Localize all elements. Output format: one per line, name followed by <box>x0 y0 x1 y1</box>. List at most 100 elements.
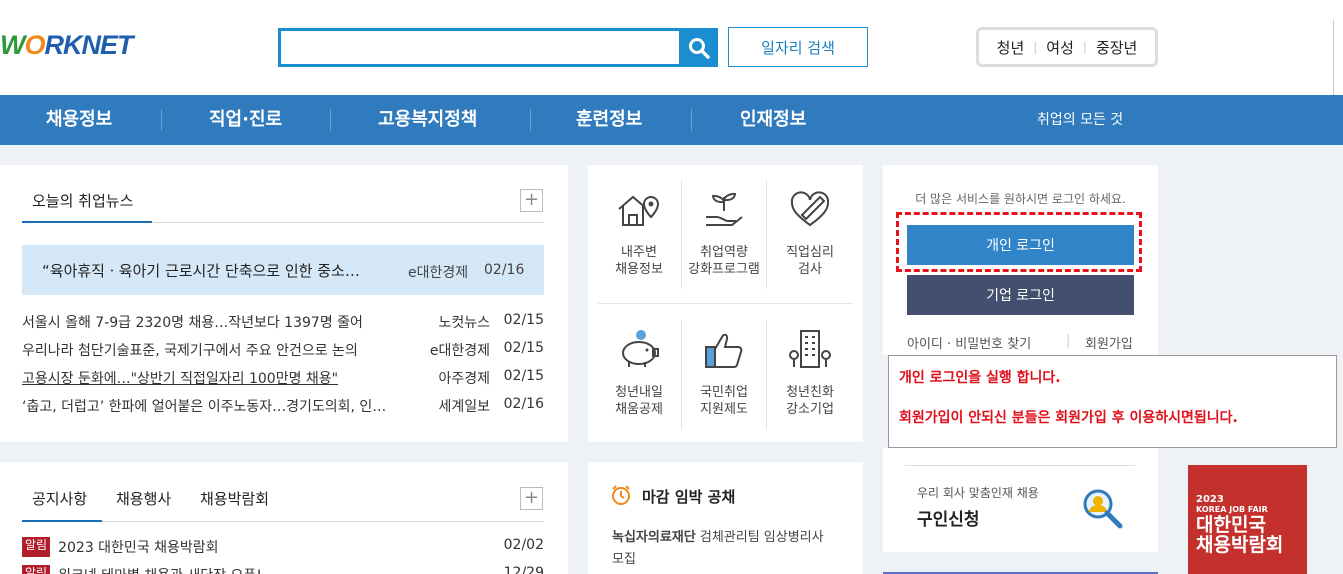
nav-item-talent[interactable]: 인재정보 <box>740 95 806 145</box>
featured-news-date: 02/16 <box>484 262 525 278</box>
tooltip: 개인 로그인을 실행 합니다. 회원가입이 안되신 분들은 회원가입 후 이용하… <box>888 355 1337 448</box>
news-date: 02/15 <box>503 340 544 356</box>
tooltip-line-2: 회원가입이 안되신 분들은 회원가입 후 이용하시면됩니다. <box>899 410 1238 426</box>
divider: | <box>1082 40 1087 54</box>
nav-item-welfare[interactable]: 고용복지정책 <box>378 95 477 145</box>
service-label-2: 강화프로그램 <box>688 262 760 277</box>
recruit-panel[interactable]: 우리 회사 맞춤인재 채용 구인신청 <box>883 448 1158 552</box>
divider: | <box>1033 40 1038 54</box>
notice-item[interactable]: 알림 2023 대한민국 채용박람회 02/02 <box>22 537 544 557</box>
news-title: ‘춥고, 더럽고’ 한파에 얼어붙은 이주노동자…경기도의회, 인… <box>22 399 387 415</box>
divider <box>905 465 1135 466</box>
notice-more-button[interactable]: + <box>520 487 543 510</box>
deadline-item[interactable]: 녹십자의료재단 검체관리팀 임상병리사 모집 <box>612 527 832 571</box>
search-button[interactable] <box>679 28 718 67</box>
divider <box>530 109 531 131</box>
job-search-button[interactable]: 일자리 검색 <box>728 27 868 67</box>
news-title: 서울시 올해 7-9급 2320명 채용…작년보다 1397명 줄어 <box>22 315 363 331</box>
news-tab[interactable]: 오늘의 취업뉴스 <box>32 190 133 211</box>
service-employment-support[interactable]: 국민취업 지원제도 <box>681 327 767 418</box>
divider <box>330 109 331 131</box>
news-source: 세계일보 <box>438 399 490 415</box>
divider <box>691 109 692 131</box>
featured-news[interactable]: “육아휴직ㆍ육아기 근로시간 단축으로 인한 중소… e대한경제 02/16 <box>22 245 544 295</box>
notice-panel: 공지사항 채용행사 채용박람회 + 알림 2023 대한민국 채용박람회 02/… <box>0 462 568 574</box>
banner-subtitle: KOREA JOB FAIR <box>1196 505 1268 514</box>
search-input[interactable] <box>278 28 680 67</box>
scrollbar[interactable] <box>1333 20 1343 95</box>
notice-title: 2023 대한민국 채용박람회 <box>58 540 219 556</box>
audience-segment: 청년 | 여성 | 중장년 <box>976 27 1158 67</box>
divider <box>161 109 162 131</box>
house-pin-icon <box>618 195 660 226</box>
service-label-2: 검사 <box>798 262 822 277</box>
deadline-panel: 마감 임박 공채 녹십자의료재단 검체관리팀 임상병리사 모집 <box>588 462 863 574</box>
nav-item-jobs[interactable]: 채용정보 <box>46 95 112 145</box>
notice-badge: 알림 <box>22 565 51 574</box>
segment-youth[interactable]: 청년 <box>997 37 1025 58</box>
news-item[interactable]: 우리나라 첨단기술표준, 국제기구에서 주요 안건으로 논의 e대한경제 02/15 <box>22 340 544 360</box>
service-youth-companies[interactable]: 청년친화 강소기업 <box>767 327 853 418</box>
signup-link[interactable]: 회원가입 <box>1085 333 1133 352</box>
service-label-1: 청년친화 <box>786 385 834 400</box>
services-panel: 내주변 채용정보 취업역량 강화프로그램 직업심리 검사 청년내일 채움공제 국… <box>588 165 863 442</box>
thumbs-up-icon <box>705 333 743 368</box>
corporate-login-button[interactable]: 기업 로그인 <box>907 275 1134 315</box>
banner-year: 2023 <box>1196 494 1224 505</box>
news-date: 02/15 <box>503 368 544 384</box>
news-more-button[interactable]: + <box>520 189 543 212</box>
notice-date: 12/29 <box>503 565 544 574</box>
main-nav: 채용정보 직업·진로 고용복지정책 훈련정보 인재정보 취업의 모든 것 <box>0 95 1337 145</box>
service-label-1: 직업심리 <box>786 245 834 260</box>
news-title: 우리나라 첨단기술표준, 국제기구에서 주요 안건으로 논의 <box>22 343 358 359</box>
find-account-link[interactable]: 아이디 · 비밀번호 찾기 <box>907 333 1031 352</box>
notice-badge: 알림 <box>22 537 51 557</box>
alarm-clock-icon <box>612 485 630 505</box>
service-youth-savings[interactable]: 청년내일 채움공제 <box>596 327 682 418</box>
service-label-2: 채움공제 <box>615 402 663 417</box>
news-source: 아주경제 <box>438 371 490 387</box>
service-label-2: 채용정보 <box>615 262 663 277</box>
search-icon <box>688 37 710 59</box>
tab-events[interactable]: 채용행사 <box>116 488 171 509</box>
recruit-subtitle: 우리 회사 맞춤인재 채용 <box>917 486 1039 500</box>
notice-item[interactable]: 알림 워크넷 테마별 채용관 새단장 오픈! 12/29 <box>22 565 544 574</box>
service-label-2: 강소기업 <box>786 402 834 417</box>
tab-indicator <box>22 221 152 223</box>
news-item[interactable]: 서울시 올해 7-9급 2320명 채용…작년보다 1397명 줄어 노컷뉴스 02… <box>22 312 544 332</box>
login-hint: 더 많은 서비스를 원하시면 로그인 하세요. <box>915 192 1126 206</box>
tab-notice[interactable]: 공지사항 <box>32 488 87 509</box>
segment-middle-aged[interactable]: 중장년 <box>1096 37 1137 58</box>
worknet-logo[interactable]: WORKNET <box>0 30 133 61</box>
tab-indicator <box>22 520 102 522</box>
service-label-1: 취업역량 <box>700 245 748 260</box>
service-nearby-jobs[interactable]: 내주변 채용정보 <box>596 187 682 278</box>
piggy-bank-icon <box>622 330 659 367</box>
deadline-company: 녹십자의료재단 <box>612 530 696 545</box>
divider <box>598 303 853 304</box>
notice-date: 02/02 <box>503 537 544 553</box>
service-label-1: 국민취업 <box>700 385 748 400</box>
service-label-1: 내주변 <box>621 245 657 260</box>
segment-women[interactable]: 여성 <box>1046 37 1074 58</box>
heart-pen-icon <box>790 191 830 227</box>
highlight-box <box>896 212 1142 272</box>
news-date: 02/16 <box>503 396 544 412</box>
tab-fairs[interactable]: 채용박람회 <box>200 488 269 509</box>
news-source: 노컷뉴스 <box>438 315 490 331</box>
nav-item-career[interactable]: 직업·진로 <box>209 95 282 145</box>
featured-news-title: “육아휴직ㆍ육아기 근로시간 단축으로 인한 중소… <box>42 262 360 280</box>
featured-news-source: e대한경제 <box>408 265 469 281</box>
service-label-2: 지원제도 <box>700 402 748 417</box>
job-fair-banner[interactable]: 2023 KOREA JOB FAIR 대한민국 채용박람회 <box>1188 465 1307 574</box>
deadline-title: 마감 임박 공채 <box>642 488 736 506</box>
service-psych-test[interactable]: 직업심리 검사 <box>767 187 853 278</box>
nav-item-training[interactable]: 훈련정보 <box>576 95 642 145</box>
nav-all-link[interactable]: 취업의 모든 것 <box>1037 95 1123 145</box>
news-panel: 오늘의 취업뉴스 + “육아휴직ㆍ육아기 근로시간 단축으로 인한 중소… e대… <box>0 165 568 442</box>
news-date: 02/15 <box>503 312 544 328</box>
news-title: 고용시장 둔화에…"상반기 직접일자리 100만명 채용" <box>22 371 339 387</box>
news-item[interactable]: ‘춥고, 더럽고’ 한파에 얼어붙은 이주노동자…경기도의회, 인… 세계일보 02… <box>22 396 544 416</box>
news-item[interactable]: 고용시장 둔화에…"상반기 직접일자리 100만명 채용" 아주경제 02/15 <box>22 368 544 388</box>
service-capacity-program[interactable]: 취업역량 강화프로그램 <box>681 187 767 278</box>
